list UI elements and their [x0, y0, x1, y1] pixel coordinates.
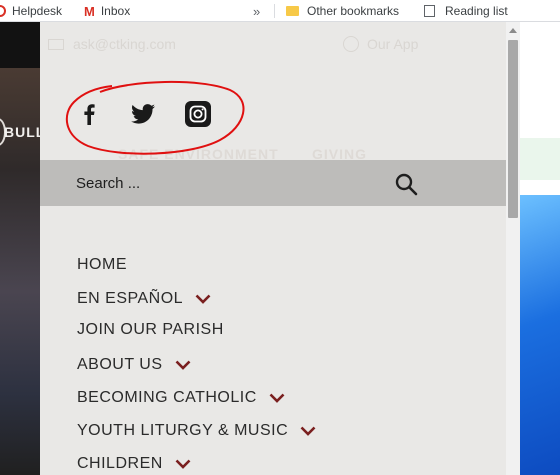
scroll-up-arrow-icon[interactable] — [509, 28, 517, 33]
search-bar — [40, 160, 506, 206]
menu-item-about-us[interactable]: ABOUT US — [77, 354, 191, 376]
instagram-link[interactable] — [185, 100, 211, 128]
menu-item-label: YOUTH LITURGY & MUSIC — [77, 422, 289, 439]
chevron-down-icon[interactable] — [269, 393, 285, 403]
folder-icon — [286, 6, 299, 16]
chevron-down-icon[interactable] — [175, 459, 191, 469]
bookmarks-overflow-button[interactable]: » — [253, 0, 260, 22]
chevron-down-icon[interactable] — [175, 360, 191, 370]
mail-icon — [48, 38, 64, 50]
helpdesk-icon — [0, 5, 6, 17]
our-app-text: Our App — [367, 36, 419, 52]
bookmarks-divider — [274, 4, 275, 18]
menu-item-label: ABOUT US — [77, 356, 163, 373]
search-button[interactable] — [392, 170, 420, 198]
email-text: ask@ctking.com — [73, 36, 176, 52]
facebook-link[interactable] — [78, 100, 100, 128]
twitter-icon — [131, 104, 155, 124]
bookmark-inbox[interactable]: M Inbox — [84, 0, 130, 22]
instagram-icon — [185, 101, 211, 127]
search-input[interactable] — [76, 172, 376, 194]
menu-item-label: HOME — [77, 256, 127, 273]
site-header-dark — [0, 22, 40, 68]
menu-item-join-our-parish[interactable]: JOIN OUR PARISH — [77, 319, 224, 341]
scrollbar-thumb[interactable] — [508, 40, 518, 218]
desktop-wallpaper — [520, 195, 560, 475]
menu-item-label: JOIN OUR PARISH — [77, 321, 224, 338]
site-right-strip — [520, 138, 560, 180]
bookmark-other-label: Other bookmarks — [307, 4, 400, 18]
mobile-menu-panel: ask@ctking.com Our App SAFE ENVIRONMENT … — [40, 22, 520, 475]
bookmark-other-bookmarks[interactable]: Other bookmarks — [286, 0, 399, 22]
reading-list-icon — [424, 5, 435, 17]
menu-item-en-espanol[interactable]: EN ESPAÑOL — [77, 288, 211, 310]
bookmarks-bar: Helpdesk M Inbox » Other bookmarks Readi… — [0, 0, 560, 22]
twitter-link[interactable] — [130, 100, 156, 128]
chevron-down-icon[interactable] — [195, 294, 211, 304]
reading-list-button[interactable]: Reading list — [424, 0, 508, 22]
menu-item-youth-liturgy-music[interactable]: YOUTH LITURGY & MUSIC — [77, 420, 316, 442]
search-icon — [395, 173, 418, 196]
menu-item-children[interactable]: CHILDREN — [77, 453, 191, 475]
our-app-link[interactable]: Our App — [343, 36, 418, 52]
email-link[interactable]: ask@ctking.com — [48, 36, 176, 52]
menu-item-home[interactable]: HOME — [77, 254, 127, 276]
bookmark-helpdesk[interactable]: Helpdesk — [0, 0, 62, 22]
bookmark-inbox-label: Inbox — [100, 4, 131, 18]
menu-item-label: CHILDREN — [77, 455, 163, 472]
gmail-icon: M — [84, 3, 95, 19]
bookmark-helpdesk-label: Helpdesk — [12, 4, 63, 18]
reading-list-label: Reading list — [445, 4, 508, 18]
app-icon — [343, 36, 359, 52]
menu-item-label: EN ESPAÑOL — [77, 290, 184, 307]
facebook-icon — [84, 104, 95, 125]
panel-scrollbar[interactable] — [506, 22, 520, 475]
menu-item-becoming-catholic[interactable]: BECOMING CATHOLIC — [77, 387, 285, 409]
menu-item-label: BECOMING CATHOLIC — [77, 389, 257, 406]
menu-topbar: ask@ctking.com Our App — [40, 22, 520, 70]
chevron-down-icon[interactable] — [300, 426, 316, 436]
